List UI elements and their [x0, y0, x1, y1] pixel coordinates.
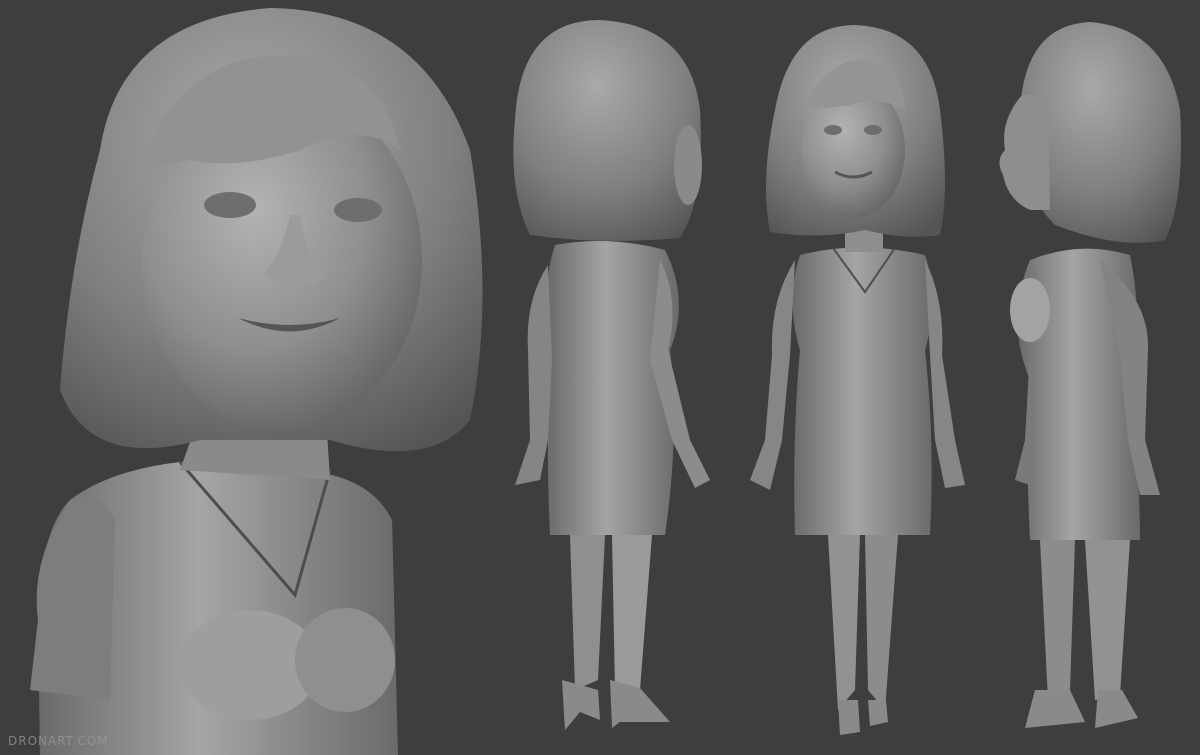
sculpt-turnaround-canvas: DRONART.COM: [0, 0, 1200, 755]
front-view-eye-left: [824, 125, 842, 135]
closeup-chest-right: [295, 608, 395, 712]
front-view-dress: [792, 247, 933, 535]
closeup-eye-left: [204, 192, 256, 218]
side-view-shoe-front: [1095, 690, 1138, 728]
back-view-hair: [513, 20, 701, 241]
front-view-leg-right: [865, 535, 898, 710]
side-view-leg-back: [1040, 540, 1075, 700]
front-view-eye-right: [864, 125, 882, 135]
front-view-figure: [750, 25, 965, 735]
back-view-face-profile: [674, 125, 702, 205]
front-view-leg-left: [828, 535, 860, 710]
back-view-leg-right: [612, 535, 652, 690]
front-view-arm-left: [750, 260, 795, 490]
side-view-shoe-back: [1025, 690, 1085, 728]
sculpt-views: [30, 8, 1181, 755]
side-view-leg-front: [1085, 540, 1130, 700]
front-view-shoe-left: [838, 700, 860, 735]
front-view-shoe-right: [868, 700, 888, 726]
back-view-figure: [513, 20, 710, 730]
back-view-shoe-left: [562, 680, 600, 730]
site-watermark: DRONART.COM: [8, 734, 109, 748]
closeup-sleeve-left: [30, 497, 115, 700]
side-view-figure: [999, 22, 1181, 728]
back-view-arm-left: [515, 265, 552, 485]
back-view-leg-left: [570, 535, 605, 690]
closeup-bust: [30, 8, 483, 755]
side-view-bust: [1010, 278, 1050, 342]
side-view-face-profile: [999, 95, 1050, 210]
closeup-eye-right: [334, 198, 382, 222]
